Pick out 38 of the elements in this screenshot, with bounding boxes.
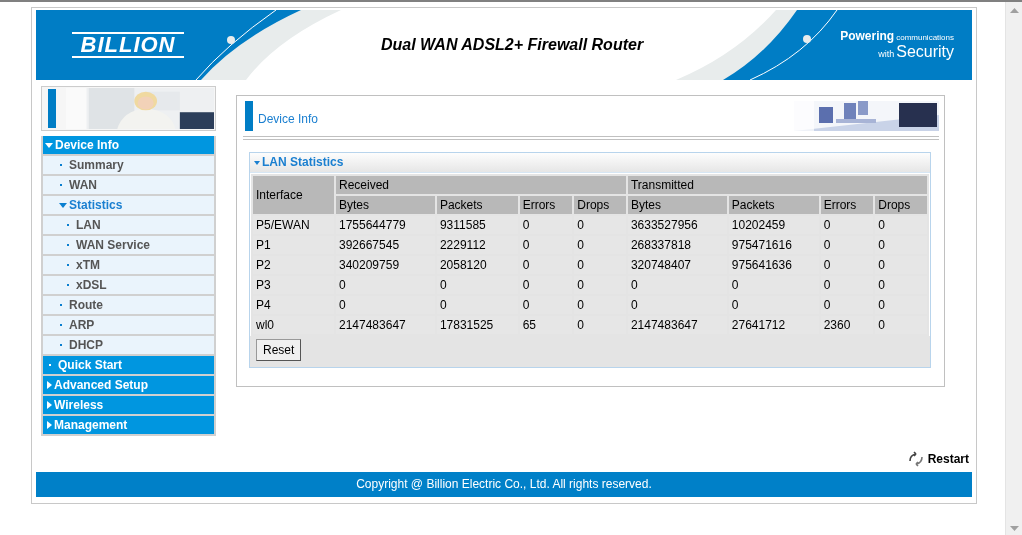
menu-item[interactable]: xDSL: [43, 276, 214, 294]
accent-bar: [245, 101, 253, 131]
restart-link[interactable]: Restart: [927, 452, 969, 466]
reset-button[interactable]: Reset: [256, 339, 302, 361]
column-header: Interface: [253, 176, 334, 214]
scrollbar[interactable]: [1005, 2, 1022, 535]
menu-item[interactable]: Summary: [43, 156, 214, 174]
arrows-icon: [907, 451, 924, 467]
menu-item[interactable]: WAN: [43, 176, 214, 194]
footer-bar: Copyright @ Billion Electric Co., Ltd. All rights reserved.: [36, 472, 972, 497]
scroll-up-icon[interactable]: [1009, 8, 1019, 13]
section-header[interactable]: LAN Statistics: [250, 153, 930, 173]
menu-item[interactable]: xTM: [43, 256, 214, 274]
menu-item[interactable]: Route: [43, 296, 214, 314]
column-header: Errors: [519, 196, 573, 214]
tagline-text: with: [878, 49, 895, 59]
menu-item[interactable]: WAN Service: [43, 236, 214, 254]
column-header: Bytes: [627, 196, 727, 214]
menu-item[interactable]: DHCP: [43, 336, 214, 354]
router-title: Dual WAN ADSL2+ Firewall Router: [381, 36, 644, 54]
page-title: Device Info: [258, 112, 319, 126]
accent-bar: [48, 89, 56, 128]
logo: BILLION: [72, 32, 184, 58]
column-group-header: Received: [336, 176, 626, 194]
tagline-text: Powering: [840, 29, 895, 43]
menu-item[interactable]: ARP: [43, 316, 214, 334]
scroll-down-icon[interactable]: [1009, 526, 1019, 531]
menu-item[interactable]: LAN: [43, 216, 214, 234]
column-header: Packets: [436, 196, 518, 214]
column-header: Errors: [820, 196, 874, 214]
column-header: Drops: [875, 196, 927, 214]
column-group-header: Transmitted: [627, 176, 927, 194]
column-header: Drops: [574, 196, 626, 214]
tagline-text: communications: [896, 33, 954, 42]
column-header: Packets: [728, 196, 819, 214]
column-header: Bytes: [336, 196, 435, 214]
tagline-text: Security: [896, 43, 954, 61]
menu-item[interactable]: Statistics: [43, 196, 214, 214]
